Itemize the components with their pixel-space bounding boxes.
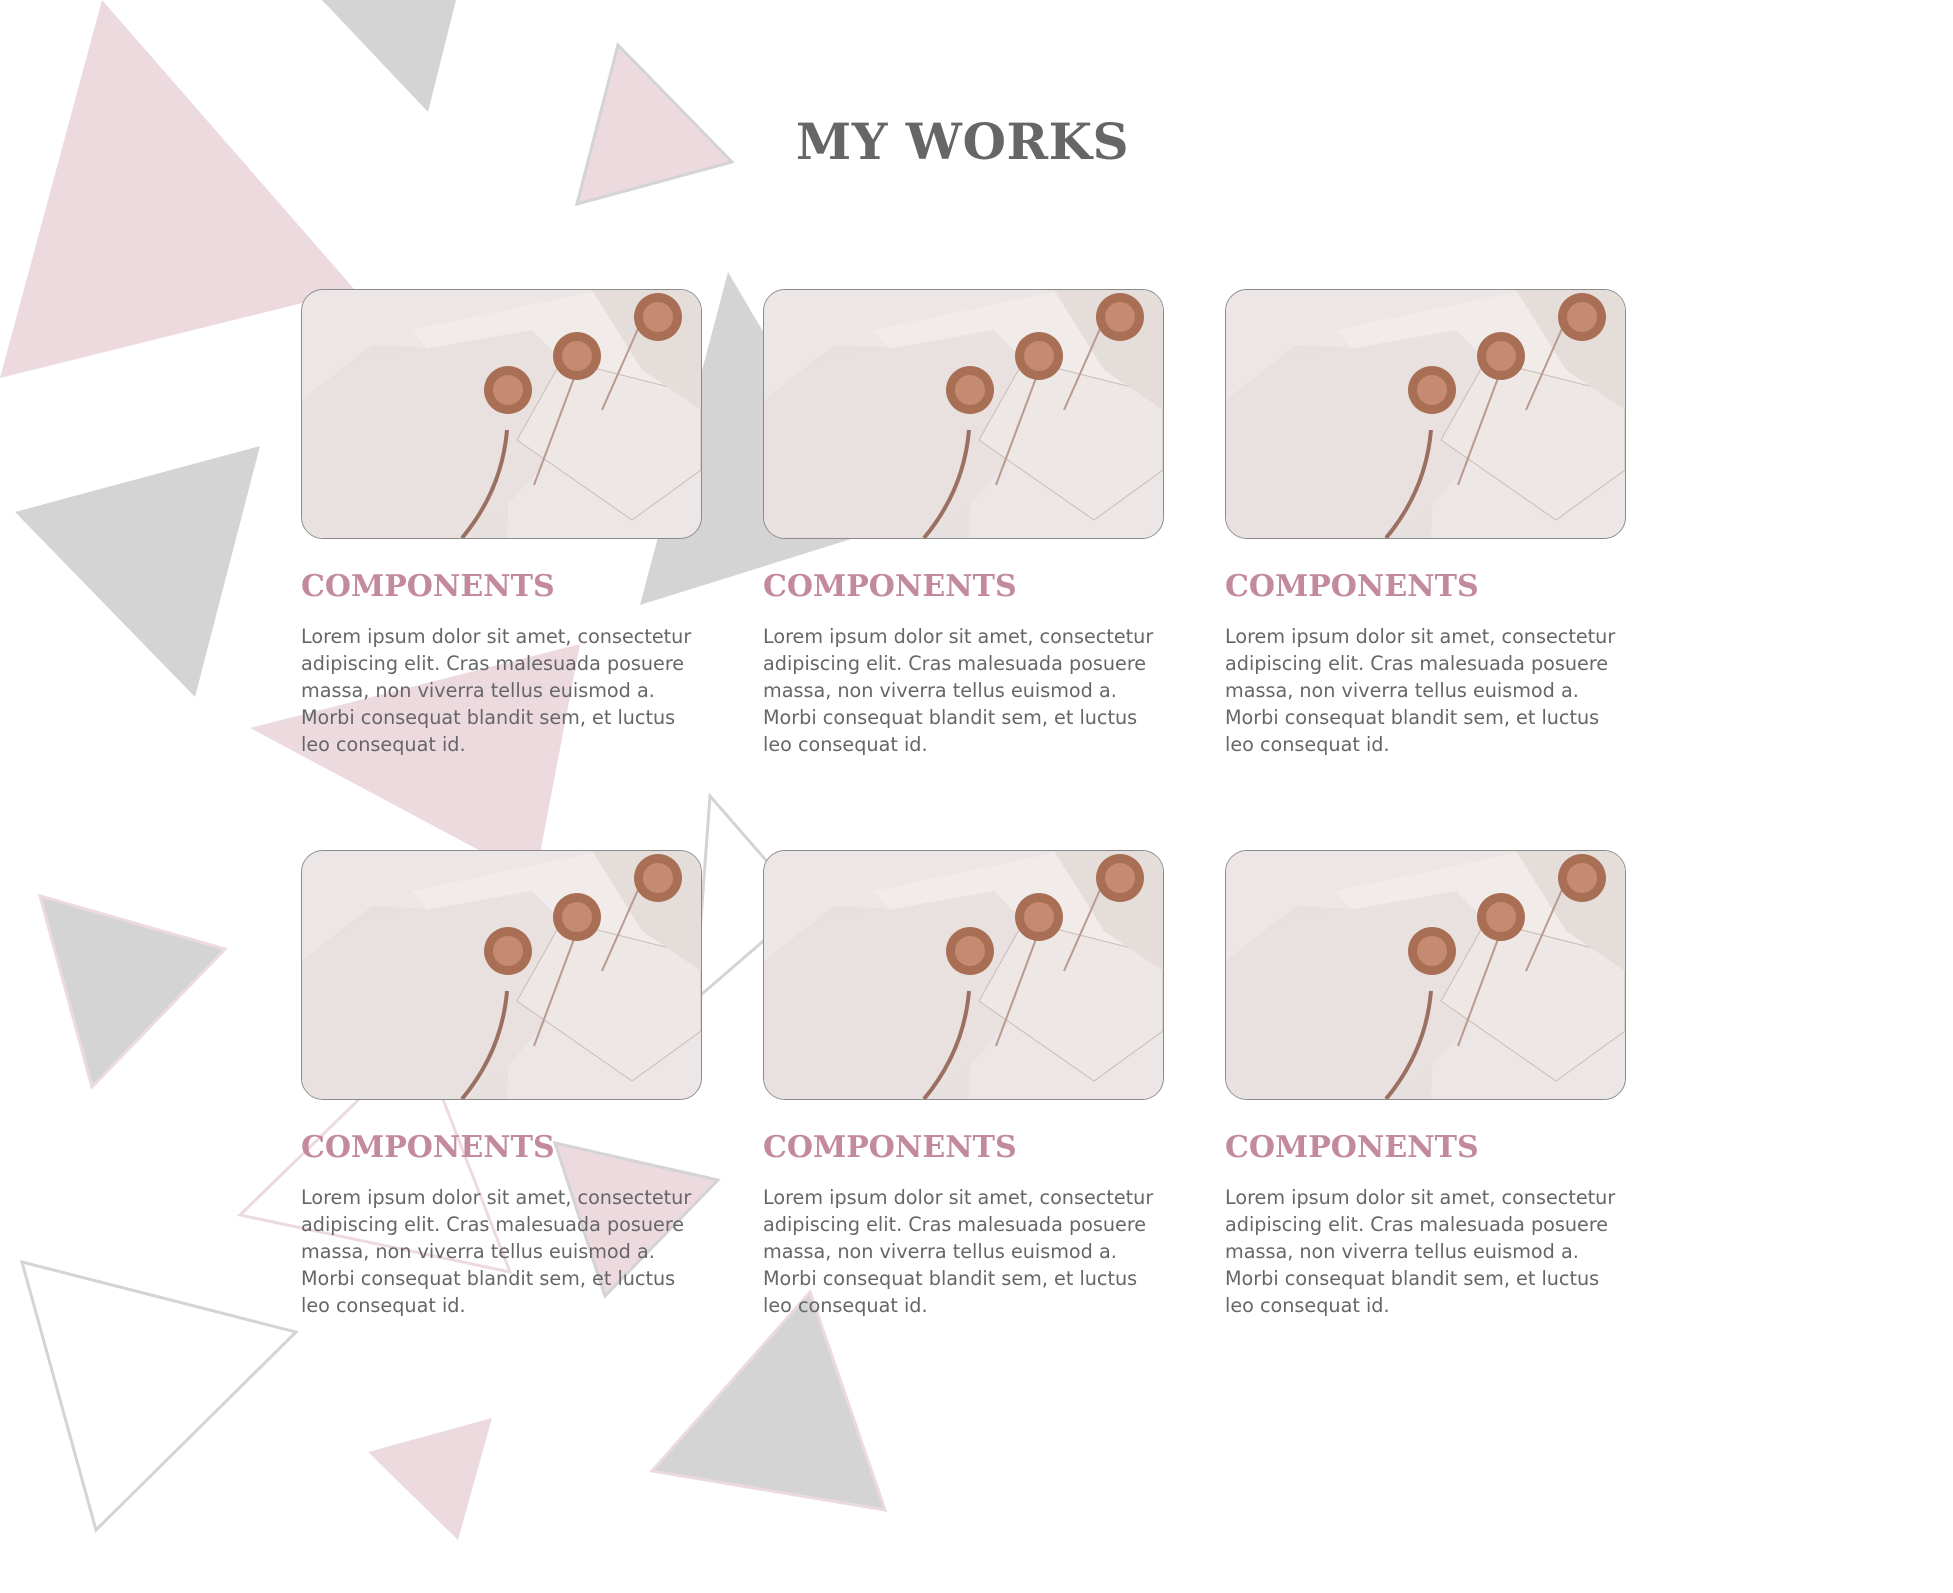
work-thumbnail[interactable] <box>763 289 1164 539</box>
work-card[interactable]: COMPONENTS Lorem ipsum dolor sit amet, c… <box>301 850 702 1361</box>
work-thumbnail[interactable] <box>763 850 1164 1100</box>
work-card[interactable]: COMPONENTS Lorem ipsum dolor sit amet, c… <box>763 289 1164 800</box>
work-card[interactable]: COMPONENTS Lorem ipsum dolor sit amet, c… <box>301 289 702 800</box>
triangle-decoration <box>322 0 456 112</box>
triangle-decoration <box>368 1418 492 1540</box>
work-description: Lorem ipsum dolor sit amet, consectetur … <box>1225 625 1616 756</box>
work-title: COMPONENTS <box>1225 1130 1479 1165</box>
work-card[interactable]: COMPONENTS Lorem ipsum dolor sit amet, c… <box>763 850 1164 1361</box>
work-title: COMPONENTS <box>763 1130 1017 1165</box>
work-description: Lorem ipsum dolor sit amet, consectetur … <box>301 625 692 756</box>
triangle-decoration <box>15 446 260 697</box>
work-description: Lorem ipsum dolor sit amet, consectetur … <box>763 625 1154 756</box>
envelopes-wax-seal-image <box>764 290 1163 538</box>
work-description: Lorem ipsum dolor sit amet, consectetur … <box>1225 1186 1616 1317</box>
work-description: Lorem ipsum dolor sit amet, consectetur … <box>763 1186 1154 1317</box>
work-thumbnail[interactable] <box>301 850 702 1100</box>
envelopes-wax-seal-image <box>302 851 701 1099</box>
work-card[interactable]: COMPONENTS Lorem ipsum dolor sit amet, c… <box>1225 289 1626 800</box>
envelopes-wax-seal-image <box>764 851 1163 1099</box>
works-grid: COMPONENTS Lorem ipsum dolor sit amet, c… <box>301 289 1626 1361</box>
triangle-decoration <box>19 1259 299 1533</box>
work-thumbnail[interactable] <box>301 289 702 539</box>
work-card[interactable]: COMPONENTS Lorem ipsum dolor sit amet, c… <box>1225 850 1626 1361</box>
triangle-decoration <box>37 893 228 1090</box>
work-description: Lorem ipsum dolor sit amet, consectetur … <box>301 1186 692 1317</box>
work-thumbnail[interactable] <box>1225 850 1626 1100</box>
work-title: COMPONENTS <box>763 569 1017 604</box>
envelopes-wax-seal-image <box>302 290 701 538</box>
work-title: COMPONENTS <box>301 1130 555 1165</box>
envelopes-wax-seal-image <box>1226 851 1625 1099</box>
work-title: COMPONENTS <box>1225 569 1479 604</box>
page-title: MY WORKS <box>795 112 1130 171</box>
work-title: COMPONENTS <box>301 569 555 604</box>
work-thumbnail[interactable] <box>1225 289 1626 539</box>
envelopes-wax-seal-image <box>1226 290 1625 538</box>
